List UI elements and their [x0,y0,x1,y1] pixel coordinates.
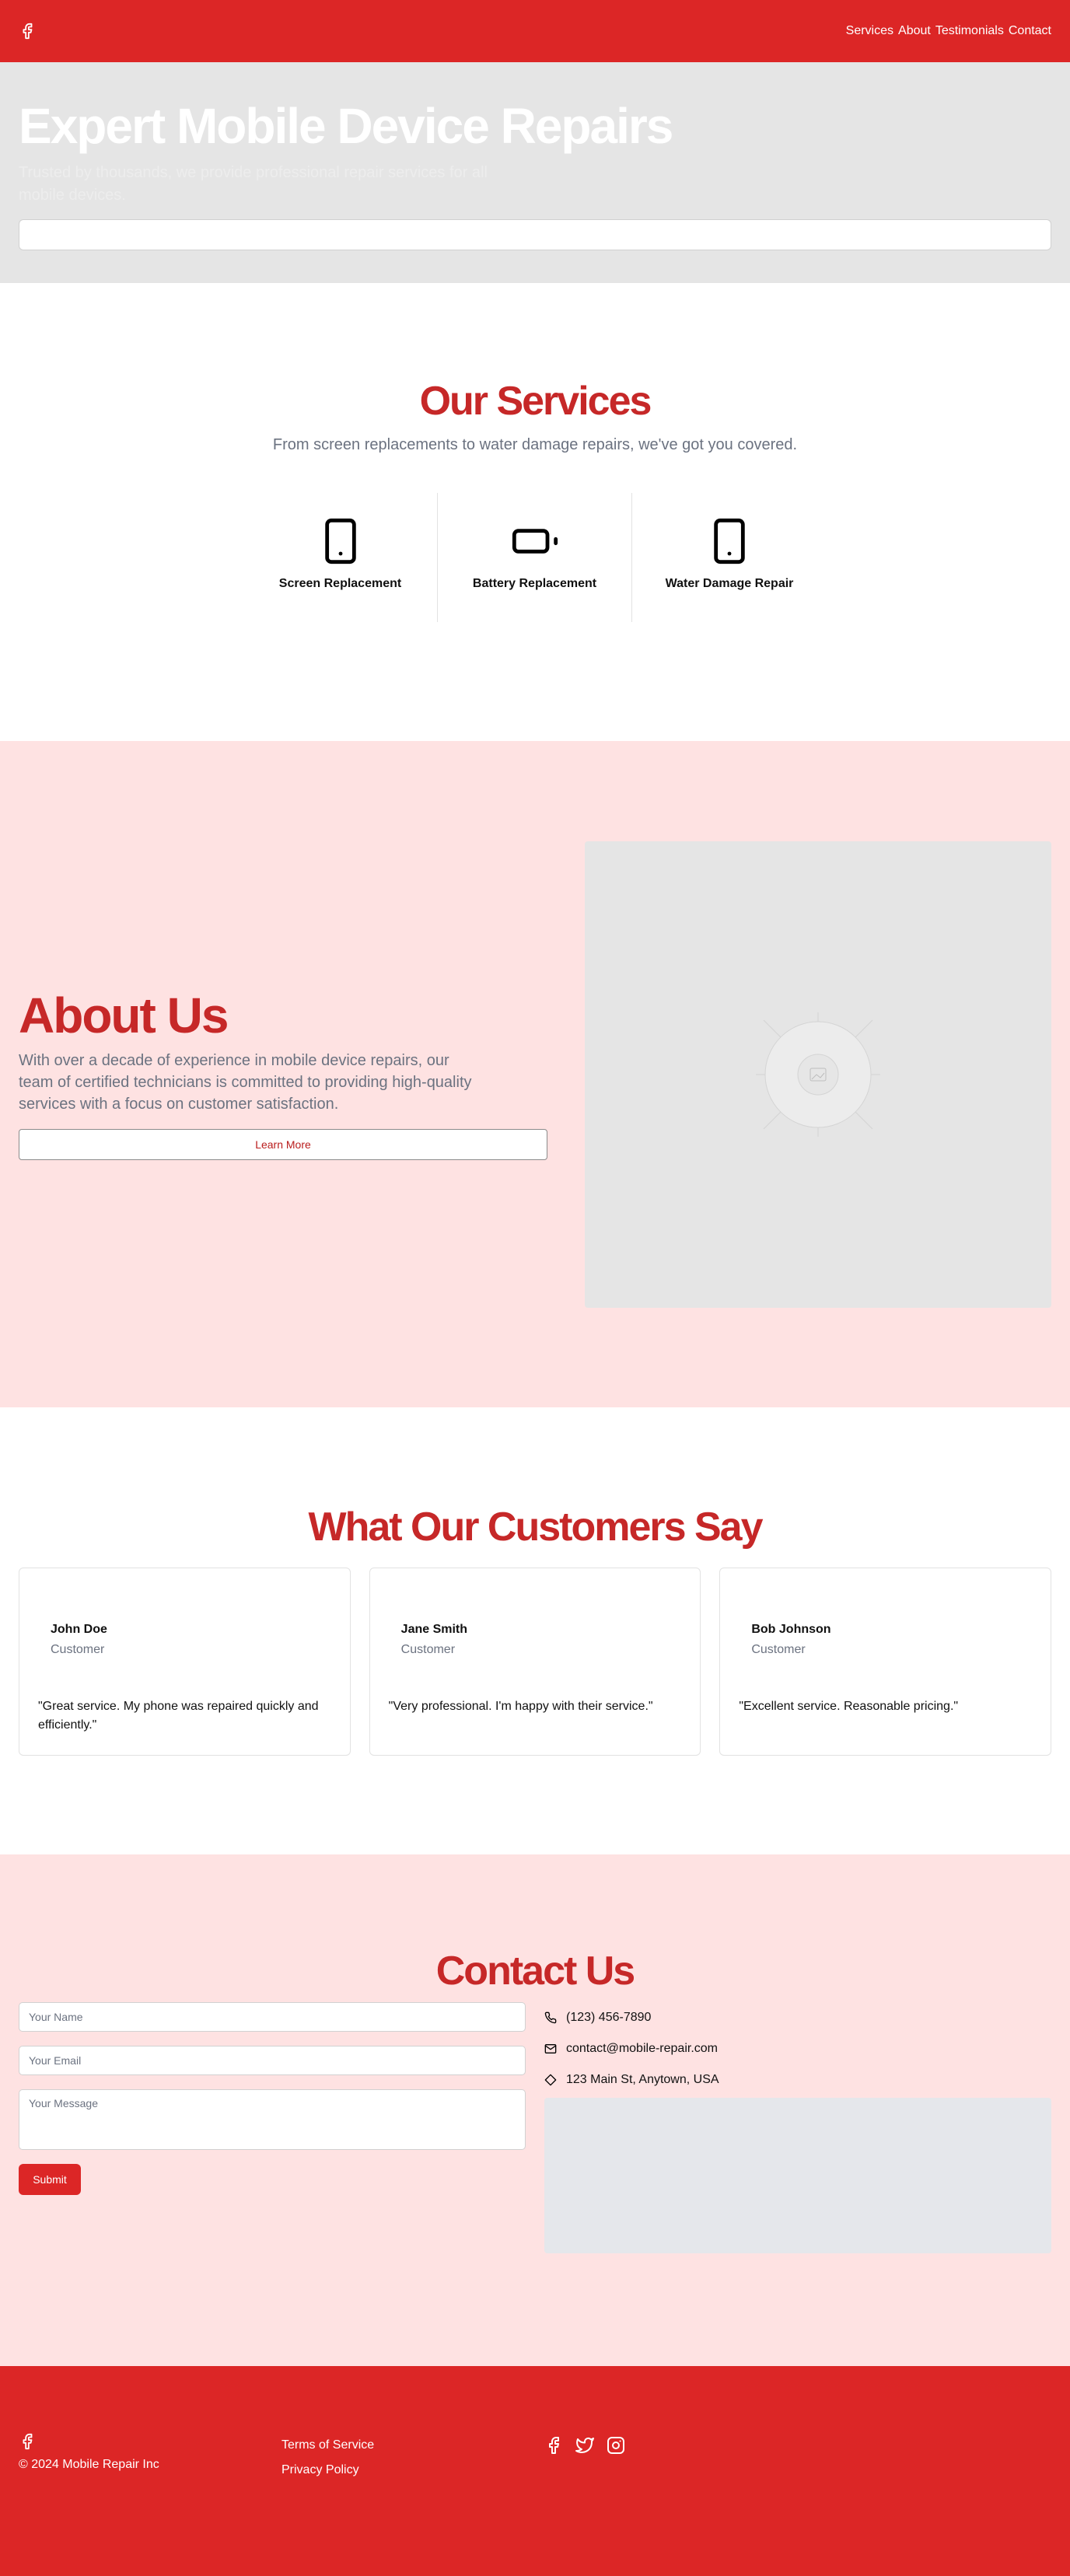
service-item-battery[interactable]: Battery Replacement [438,493,632,622]
nav-link-contact[interactable]: Contact [1009,24,1051,38]
footer-social [544,2433,625,2576]
services-subtitle: From screen replacements to water damage… [272,436,798,453]
about-content: About Us With over a decade of experienc… [19,987,547,1160]
testimonial-card: Bob Johnson Customer "Excellent service.… [719,1568,1052,1756]
contact-email: contact@mobile-repair.com [544,2033,1051,2064]
about-section: About Us With over a decade of experienc… [0,741,1070,1407]
instagram-icon[interactable] [607,2436,625,2455]
nav-link-about[interactable]: About [898,24,931,38]
contact-form: Your Name Your Email Your Message Submit [19,2002,526,2253]
nav-link-testimonials[interactable]: Testimonials [935,24,1004,38]
contact-section: Contact Us Your Name Your Email Your Mes… [0,1854,1070,2366]
email-field[interactable]: Your Email [19,2046,526,2075]
contact-title: Contact Us [435,1949,635,1994]
facebook-icon[interactable] [544,2436,563,2455]
testimonial-card: Jane Smith Customer "Very professional. … [369,1568,701,1756]
terms-link[interactable]: Terms of Service [281,2433,544,2458]
service-item-water[interactable]: Water Damage Repair [632,493,827,622]
hero-section: Expert Mobile Device Repairs Trusted by … [0,62,1070,283]
hero-subtitle: Trusted by thousands, we provide profess… [19,163,488,204]
testimonial-name: John Doe [51,1623,107,1636]
testimonials-section: What Our Customers Say John Doe Customer… [0,1407,1070,1854]
smartphone-icon [714,518,745,564]
contact-phone: (123) 456-7890 [544,2002,1051,2033]
service-label: Battery Replacement [472,577,597,590]
message-field[interactable]: Your Message [19,2089,526,2150]
site-header: Services About Testimonials Contact [0,0,1070,62]
testimonial-quote: "Excellent service. Reasonable pricing." [739,1700,959,1713]
testimonial-quote: "Great service. My phone was repaired qu… [38,1700,319,1732]
services-section: Our Services From screen replacements to… [0,283,1070,741]
mail-icon [544,2044,557,2053]
testimonial-role: Customer [751,1643,806,1656]
name-field[interactable]: Your Name [19,2002,526,2032]
testimonial-role: Customer [51,1643,105,1656]
testimonial-quote: "Very professional. I'm happy with their… [388,1700,653,1713]
testimonial-role: Customer [400,1643,456,1656]
hero-input[interactable] [19,218,1051,250]
nav-link-services[interactable]: Services [846,24,893,38]
services-list: Screen Replacement Battery Replacement W… [0,493,1070,622]
image-placeholder-icon [756,1012,880,1137]
smartphone-icon [324,518,356,564]
testimonials-title: What Our Customers Say [308,1505,763,1550]
testimonials-list: John Doe Customer "Great service. My pho… [0,1568,1070,1756]
services-title: Our Services [419,379,652,424]
testimonial-name: Jane Smith [400,1623,468,1636]
contact-address: 123 Main St, Anytown, USA [544,2064,1051,2095]
testimonial-card: John Doe Customer "Great service. My pho… [19,1568,351,1756]
phone-text: (123) 456-7890 [566,2011,652,2024]
facebook-icon[interactable] [19,23,36,40]
service-label: Water Damage Repair [665,577,794,590]
site-footer: © 2024 Mobile Repair Inc Terms of Servic… [0,2366,1070,2576]
footer-links: Terms of Service Privacy Policy [281,2433,544,2576]
email-text: contact@mobile-repair.com [566,2042,718,2055]
about-title: About Us [19,987,229,1044]
contact-info: (123) 456-7890 contact@mobile-repair.com… [544,2002,1051,2253]
phone-icon [544,2012,557,2024]
learn-more-button[interactable]: Learn More [19,1128,547,1160]
testimonial-name: Bob Johnson [751,1623,831,1636]
about-text: With over a decade of experience in mobi… [19,1051,472,1113]
service-label: Screen Replacement [278,577,402,590]
submit-button[interactable]: Submit [19,2164,81,2195]
battery-icon [512,529,558,554]
copyright-text: © 2024 Mobile Repair Inc [19,2458,159,2471]
facebook-icon[interactable] [19,2433,36,2450]
about-image [585,841,1051,1308]
privacy-link[interactable]: Privacy Policy [281,2458,544,2483]
location-icon [544,2074,557,2086]
twitter-icon[interactable] [575,2436,594,2455]
hero-title: Expert Mobile Device Repairs [19,98,673,154]
service-item-screen[interactable]: Screen Replacement [243,493,438,622]
map-placeholder[interactable] [544,2098,1051,2253]
address-text: 123 Main St, Anytown, USA [566,2073,719,2086]
contact-row: Your Name Your Email Your Message Submit… [0,2002,1070,2253]
main-nav: Services About Testimonials Contact [846,24,1051,38]
footer-brand: © 2024 Mobile Repair Inc [19,2433,281,2576]
